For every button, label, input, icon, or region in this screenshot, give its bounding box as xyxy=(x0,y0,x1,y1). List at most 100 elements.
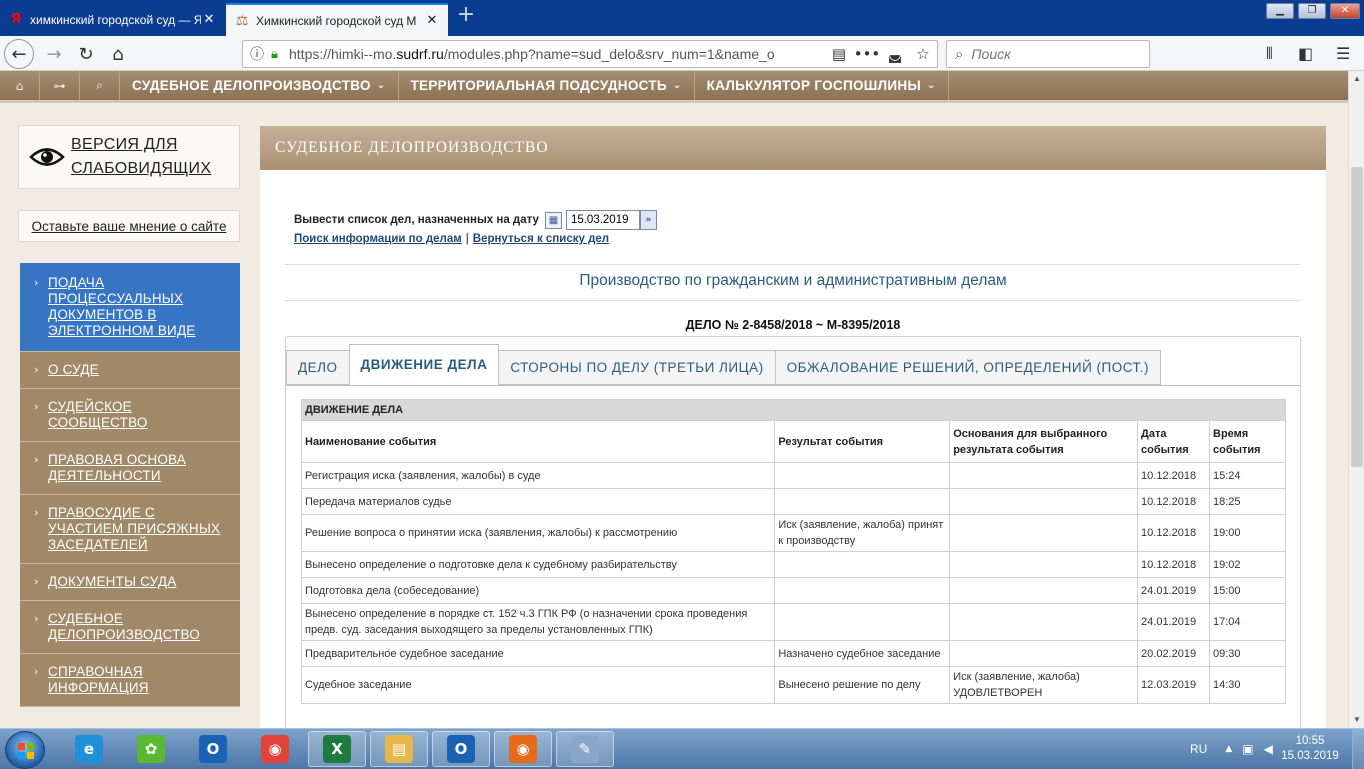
menu-item-about[interactable]: › О СУДЕ xyxy=(20,352,240,389)
bookmark-star-icon[interactable]: ☆ xyxy=(909,45,937,63)
tab-case[interactable]: ДЕЛО xyxy=(286,350,350,385)
windows-logo-icon xyxy=(18,743,34,759)
search-icon[interactable]: ⌕ xyxy=(80,71,120,100)
home-button[interactable]: ⌂ xyxy=(104,40,132,68)
page-actions-icon[interactable]: ••• xyxy=(853,45,881,63)
tray-expand-icon[interactable]: ▲ xyxy=(1225,744,1232,754)
file-explorer-icon: ▤ xyxy=(385,735,413,763)
taskbar-app-button[interactable]: ▤ xyxy=(370,731,428,767)
menu-item-court-records[interactable]: › СУДЕБНОЕ ДЕЛОПРОИЗВОДСТВО xyxy=(20,601,240,654)
url-text[interactable]: https://himki--mo.sudrf.ru/modules.php?n… xyxy=(289,46,825,62)
network-icon[interactable]: ▣ xyxy=(1242,742,1253,756)
info-icon[interactable]: ⓘ xyxy=(243,44,271,64)
column-header: Результат события xyxy=(774,420,951,463)
page-scrollbar[interactable]: ▲ ▼ xyxy=(1348,71,1364,728)
tab-case-movement[interactable]: ДВИЖЕНИЕ ДЕЛА xyxy=(348,344,500,384)
show-desktop-button[interactable] xyxy=(1352,729,1364,769)
case-tabs-container: ДЕЛО ДВИЖЕНИЕ ДЕЛА СТОРОНЫ ПО ДЕЛУ (ТРЕТ… xyxy=(285,336,1301,728)
table-cell: Иск (заявление, жалоба) УДОВЛЕТВОРЕН xyxy=(949,666,1139,704)
table-cell: Назначено судебное заседание xyxy=(774,640,951,667)
taskbar-app-button[interactable]: X xyxy=(308,731,366,767)
menu-item-e-filing[interactable]: › ПОДАЧА ПРОЦЕССУАЛЬНЫХ ДОКУМЕНТОВ В ЭЛЕК… xyxy=(20,263,240,352)
table-cell: 15:24 xyxy=(1209,462,1286,489)
calendar-icon[interactable]: ▦ xyxy=(544,211,562,229)
close-tab-icon[interactable]: ✕ xyxy=(201,12,217,27)
scroll-down-icon[interactable]: ▼ xyxy=(1349,712,1364,728)
case-events-table: ДВИЖЕНИЕ ДЕЛА Наименование события Резул… xyxy=(300,399,1286,704)
menu-item-jury[interactable]: › ПРАВОСУДИЕ С УЧАСТИЕМ ПРИСЯЖНЫХ ЗАСЕДАТ… xyxy=(20,495,240,564)
table-cell: 12.03.2019 xyxy=(1137,666,1210,704)
menu-item-judges[interactable]: › СУДЕЙСКОЕ СООБЩЕСТВО xyxy=(20,389,240,442)
tab-parties[interactable]: СТОРОНЫ ПО ДЕЛУ (ТРЕТЬИ ЛИЦА) xyxy=(498,350,776,385)
taskbar-app-button[interactable]: O xyxy=(184,731,242,767)
sitemap-icon[interactable]: ⊶ xyxy=(40,71,80,100)
nav-court-records[interactable]: СУДЕБНОЕ ДЕЛОПРОИЗВОДСТВО ⌄ xyxy=(120,71,399,100)
nav-jurisdiction[interactable]: ТЕРРИТОРИАЛЬНАЯ ПОДСУДНОСТЬ ⌄ xyxy=(399,71,695,100)
taskbar-app-button[interactable]: ✎ xyxy=(556,731,614,767)
close-window-button[interactable]: ✕ xyxy=(1330,3,1360,19)
system-clock[interactable]: 10:55 15.03.2019 xyxy=(1275,734,1345,764)
back-button[interactable]: ← xyxy=(4,39,34,69)
table-cell: 10.12.2018 xyxy=(1137,551,1210,578)
sidebar-icon[interactable]: ◧ xyxy=(1298,44,1313,63)
menu-item-reference[interactable]: › СПРАВОЧНАЯ ИНФОРМАЦИЯ xyxy=(20,654,240,707)
pocket-icon[interactable]: ◛ xyxy=(881,45,909,63)
minimize-button[interactable]: ▁ xyxy=(1266,3,1294,19)
forward-button[interactable]: → xyxy=(40,40,68,68)
windows-taskbar: e ✿ O ◉ X ▤ O ◉ ✎ RU ▲ ▣ ◀︎ 10:55 15.03.2019 xyxy=(0,728,1364,769)
menu-item-legal-basis[interactable]: › ПРАВОВАЯ ОСНОВА ДЕЯТЕЛЬНОСТИ xyxy=(20,442,240,495)
chevron-down-icon: ⌄ xyxy=(926,80,936,91)
chevron-right-icon: › xyxy=(34,665,39,678)
search-input[interactable] xyxy=(971,46,1132,62)
table-cell xyxy=(949,640,1139,667)
tab-title: химкинский городской суд — Я xyxy=(30,12,201,27)
date-input[interactable] xyxy=(565,210,640,230)
browser-tab-yandex[interactable]: Я химкинский городской суд — Я ✕ xyxy=(0,3,225,36)
scroll-thumb[interactable] xyxy=(1351,167,1363,467)
back-to-list-link[interactable]: Вернуться к списку дел xyxy=(473,233,609,245)
browser-tab-court[interactable]: ⚖ Химкинский городской суд М ✕ xyxy=(226,3,448,36)
browser-nav-bar: ← → ↻ ⌂ ⓘ 🔒︎ https://himki--mo.sudrf.ru/… xyxy=(0,36,1364,71)
search-bar[interactable]: ⌕ xyxy=(946,40,1150,68)
volume-icon[interactable]: ◀︎ xyxy=(1264,742,1273,756)
start-button[interactable] xyxy=(5,731,45,769)
nav-fee-calculator[interactable]: КАЛЬКУЛЯТОР ГОСПОШЛИНЫ ⌄ xyxy=(695,71,949,100)
internet-explorer-icon: e xyxy=(75,735,103,763)
taskbar-app-button[interactable]: e xyxy=(60,731,118,767)
new-tab-button[interactable]: + xyxy=(454,4,478,28)
reload-button[interactable]: ↻ xyxy=(72,40,100,68)
chevron-down-icon: ⌄ xyxy=(376,80,386,91)
reader-view-icon[interactable]: ▤ xyxy=(825,45,853,63)
home-icon[interactable]: ⌂ xyxy=(0,71,40,100)
menu-item-documents[interactable]: › ДОКУМЕНТЫ СУДА xyxy=(20,564,240,601)
chevron-down-icon: ⌄ xyxy=(672,80,682,91)
search-cases-link[interactable]: Поиск информации по делам xyxy=(294,233,462,245)
table-caption: ДВИЖЕНИЕ ДЕЛА xyxy=(301,399,1286,421)
taskbar-app-button[interactable]: ◉ xyxy=(494,731,552,767)
tab-title: Химкинский городской суд М xyxy=(256,13,417,28)
tab-appeals[interactable]: ОБЖАЛОВАНИЕ РЕШЕНИЙ, ОПРЕДЕЛЕНИЙ (ПОСТ.) xyxy=(774,350,1162,385)
link-separator: | xyxy=(465,233,469,245)
library-icon[interactable]: ⫴ xyxy=(1266,44,1273,64)
restore-button[interactable]: ❐ xyxy=(1298,3,1326,19)
table-cell: 10.12.2018 xyxy=(1137,514,1210,552)
column-header: Основания для выбранного результата собы… xyxy=(949,420,1139,463)
main-panel: СУДЕБНОЕ ДЕЛОПРОИЗВОДСТВО Вывести список… xyxy=(260,126,1326,728)
submit-date-icon[interactable]: » xyxy=(639,210,657,230)
table-row: Судебное заседание Вынесено решение по де… xyxy=(300,666,1286,704)
taskbar-app-button[interactable]: O xyxy=(432,731,490,767)
taskbar-app-button[interactable]: ◉ xyxy=(246,731,304,767)
table-cell: 15:00 xyxy=(1209,577,1286,604)
menu-icon[interactable]: ☰ xyxy=(1336,44,1350,63)
address-bar[interactable]: ⓘ 🔒︎ https://himki--mo.sudrf.ru/modules.… xyxy=(242,40,938,68)
feedback-link[interactable]: Оставьте ваше мнение о сайте xyxy=(18,210,240,242)
date-filter-label: Вывести список дел, назначенных на дату xyxy=(294,214,539,226)
language-indicator[interactable]: RU xyxy=(1190,742,1207,756)
close-tab-icon[interactable]: ✕ xyxy=(424,13,440,28)
taskbar-app-button[interactable]: ✿ xyxy=(122,731,180,767)
scroll-up-icon[interactable]: ▲ xyxy=(1349,71,1364,87)
accessibility-version-link[interactable]: ВЕРСИЯ ДЛЯ СЛАБОВИДЯЩИХ xyxy=(18,125,240,189)
table-cell xyxy=(949,488,1139,515)
table-cell: 20.02.2019 xyxy=(1137,640,1210,667)
table-cell xyxy=(949,603,1139,641)
